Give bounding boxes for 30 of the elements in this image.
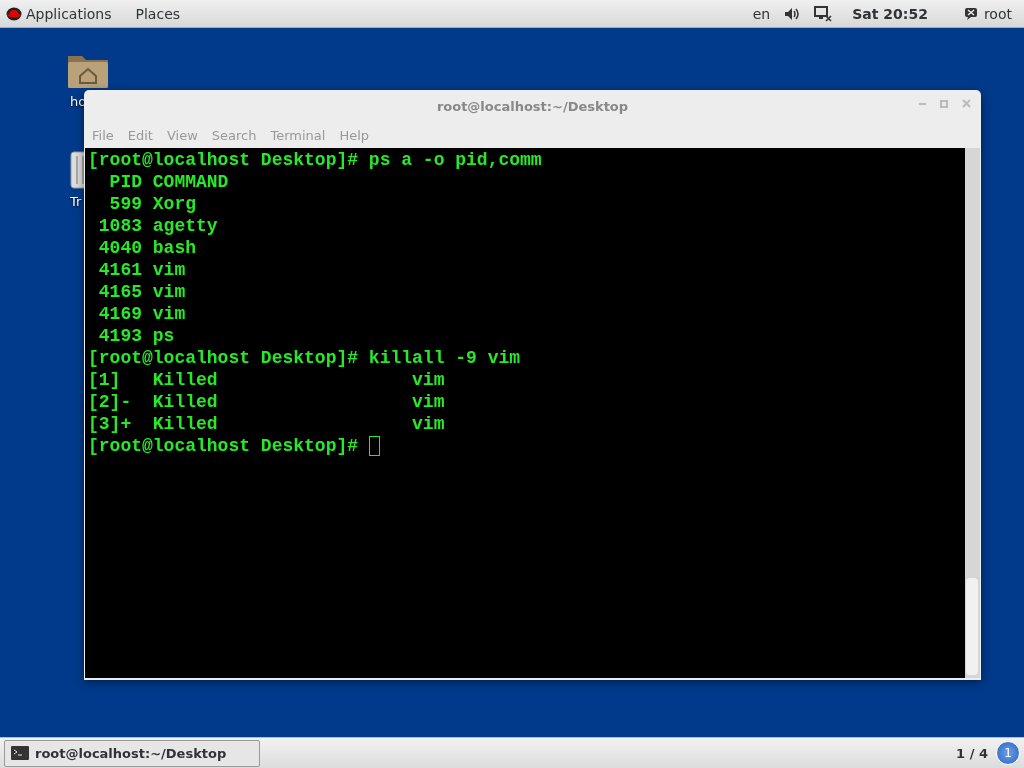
terminal-line: [root@localhost Desktop]# ps a -o pid,comm [88, 149, 542, 171]
terminal-line: [3]+ Killed vim [88, 413, 445, 435]
top-menu[interactable]: Applications [26, 5, 112, 22]
hat-logo-icon[interactable] [6, 6, 22, 21]
terminal-line: [root@localhost Desktop]# [88, 435, 360, 457]
window-title: root@localhost:~/Desktop [436, 98, 629, 114]
terminal-line: 599 Xorg [108, 193, 197, 215]
trash-icon[interactable] [68, 148, 84, 190]
terminal-line: [1] Killed vim [88, 369, 445, 391]
clock[interactable]: Sat 20:52 [852, 5, 928, 22]
scrollbar-thumb[interactable] [966, 578, 978, 675]
scrollbar[interactable] [965, 148, 980, 678]
terminal-icon [11, 746, 29, 760]
terminal-line: [root@localhost Desktop]# killall -9 vim [88, 347, 521, 369]
terminal-line: PID COMMAND [108, 171, 229, 193]
terminal-line: 4165 vim [97, 281, 186, 303]
terminal-line: 1083 agetty [97, 215, 218, 237]
taskbar-window-button[interactable]: root@localhost:~/Desktop [4, 739, 260, 767]
icon-label[interactable]: Tr [70, 194, 82, 209]
terminal-line: [2]- Killed vim [88, 391, 445, 413]
network-icon[interactable] [814, 5, 833, 22]
terminal-line: 4040 bash [97, 237, 197, 259]
workspace-indicator[interactable]: 1 / 4 [948, 745, 996, 761]
top-menu[interactable]: Places [135, 5, 181, 22]
terminal-line: 4169 vim [97, 303, 186, 325]
user-menu[interactable]: root [983, 5, 1012, 22]
terminal-line: 4193 ps [97, 325, 175, 347]
language-indicator[interactable]: en [752, 5, 771, 22]
volume-icon[interactable] [784, 6, 801, 21]
terminal-line: 4161 vim [97, 259, 186, 281]
